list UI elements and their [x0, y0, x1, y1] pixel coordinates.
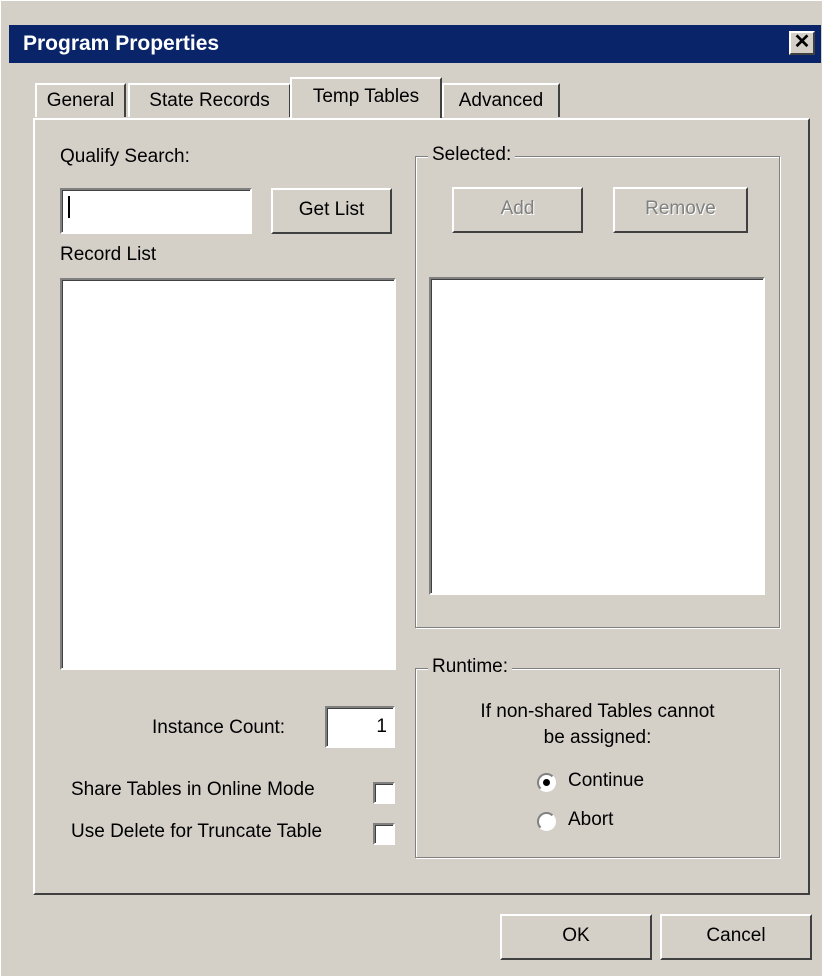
continue-radio[interactable]	[537, 773, 556, 792]
temp-tables-panel: Qualify Search: Get List Record List Ins…	[33, 118, 810, 895]
qualify-search-input[interactable]	[60, 188, 252, 234]
instance-count-value: 1	[376, 716, 387, 737]
instance-count-label: Instance Count:	[152, 717, 286, 738]
tab-label: Temp Tables	[312, 86, 420, 107]
ok-label: OK	[562, 925, 590, 946]
selected-group-label: Selected:	[428, 144, 516, 166]
ok-button[interactable]: OK	[500, 914, 652, 960]
remove-label: Remove	[645, 198, 716, 219]
qualify-search-label: Qualify Search:	[60, 146, 190, 167]
radio-dot	[543, 779, 550, 786]
window-title: Program Properties	[23, 32, 220, 55]
remove-button[interactable]: Remove	[613, 187, 748, 233]
selected-group: Selected: Add Remove	[415, 144, 780, 628]
record-list[interactable]	[60, 278, 396, 670]
cancel-label: Cancel	[706, 925, 766, 946]
title-bar[interactable]: Program Properties ✕	[9, 25, 821, 63]
share-tables-label: Share Tables in Online Mode	[71, 779, 315, 800]
tab-temp-tables[interactable]: Temp Tables	[290, 77, 442, 118]
tab-state-records[interactable]: State Records	[128, 83, 291, 117]
abort-label[interactable]: Abort	[568, 809, 613, 831]
get-list-label: Get List	[298, 199, 365, 220]
text-caret	[68, 196, 70, 218]
record-list-label: Record List	[60, 244, 157, 265]
abort-radio[interactable]	[537, 812, 556, 831]
tab-label: State Records	[149, 90, 270, 111]
instance-count-field[interactable]: 1	[325, 706, 395, 748]
runtime-group: Runtime: If non-shared Tables cannot be …	[415, 656, 780, 858]
selected-list[interactable]	[429, 277, 765, 595]
program-properties-dialog: Program Properties ✕ General State Recor…	[0, 0, 822, 976]
cancel-button[interactable]: Cancel	[660, 914, 812, 960]
tab-advanced[interactable]: Advanced	[442, 83, 560, 117]
get-list-button[interactable]: Get List	[271, 188, 392, 234]
add-button[interactable]: Add	[452, 187, 583, 233]
runtime-message-line2: be assigned:	[543, 727, 652, 748]
use-delete-label: Use Delete for Truncate Table	[71, 821, 323, 842]
use-delete-checkbox[interactable]	[373, 823, 395, 845]
share-tables-checkbox[interactable]	[373, 782, 395, 804]
continue-label[interactable]: Continue	[568, 770, 644, 792]
tab-general[interactable]: General	[35, 83, 126, 117]
tab-label: General	[46, 90, 115, 111]
tab-label: Advanced	[458, 90, 544, 111]
add-label: Add	[500, 198, 535, 219]
runtime-group-label: Runtime:	[428, 656, 513, 678]
close-icon[interactable]: ✕	[789, 31, 815, 55]
runtime-message-line1: If non-shared Tables cannot	[480, 701, 715, 722]
